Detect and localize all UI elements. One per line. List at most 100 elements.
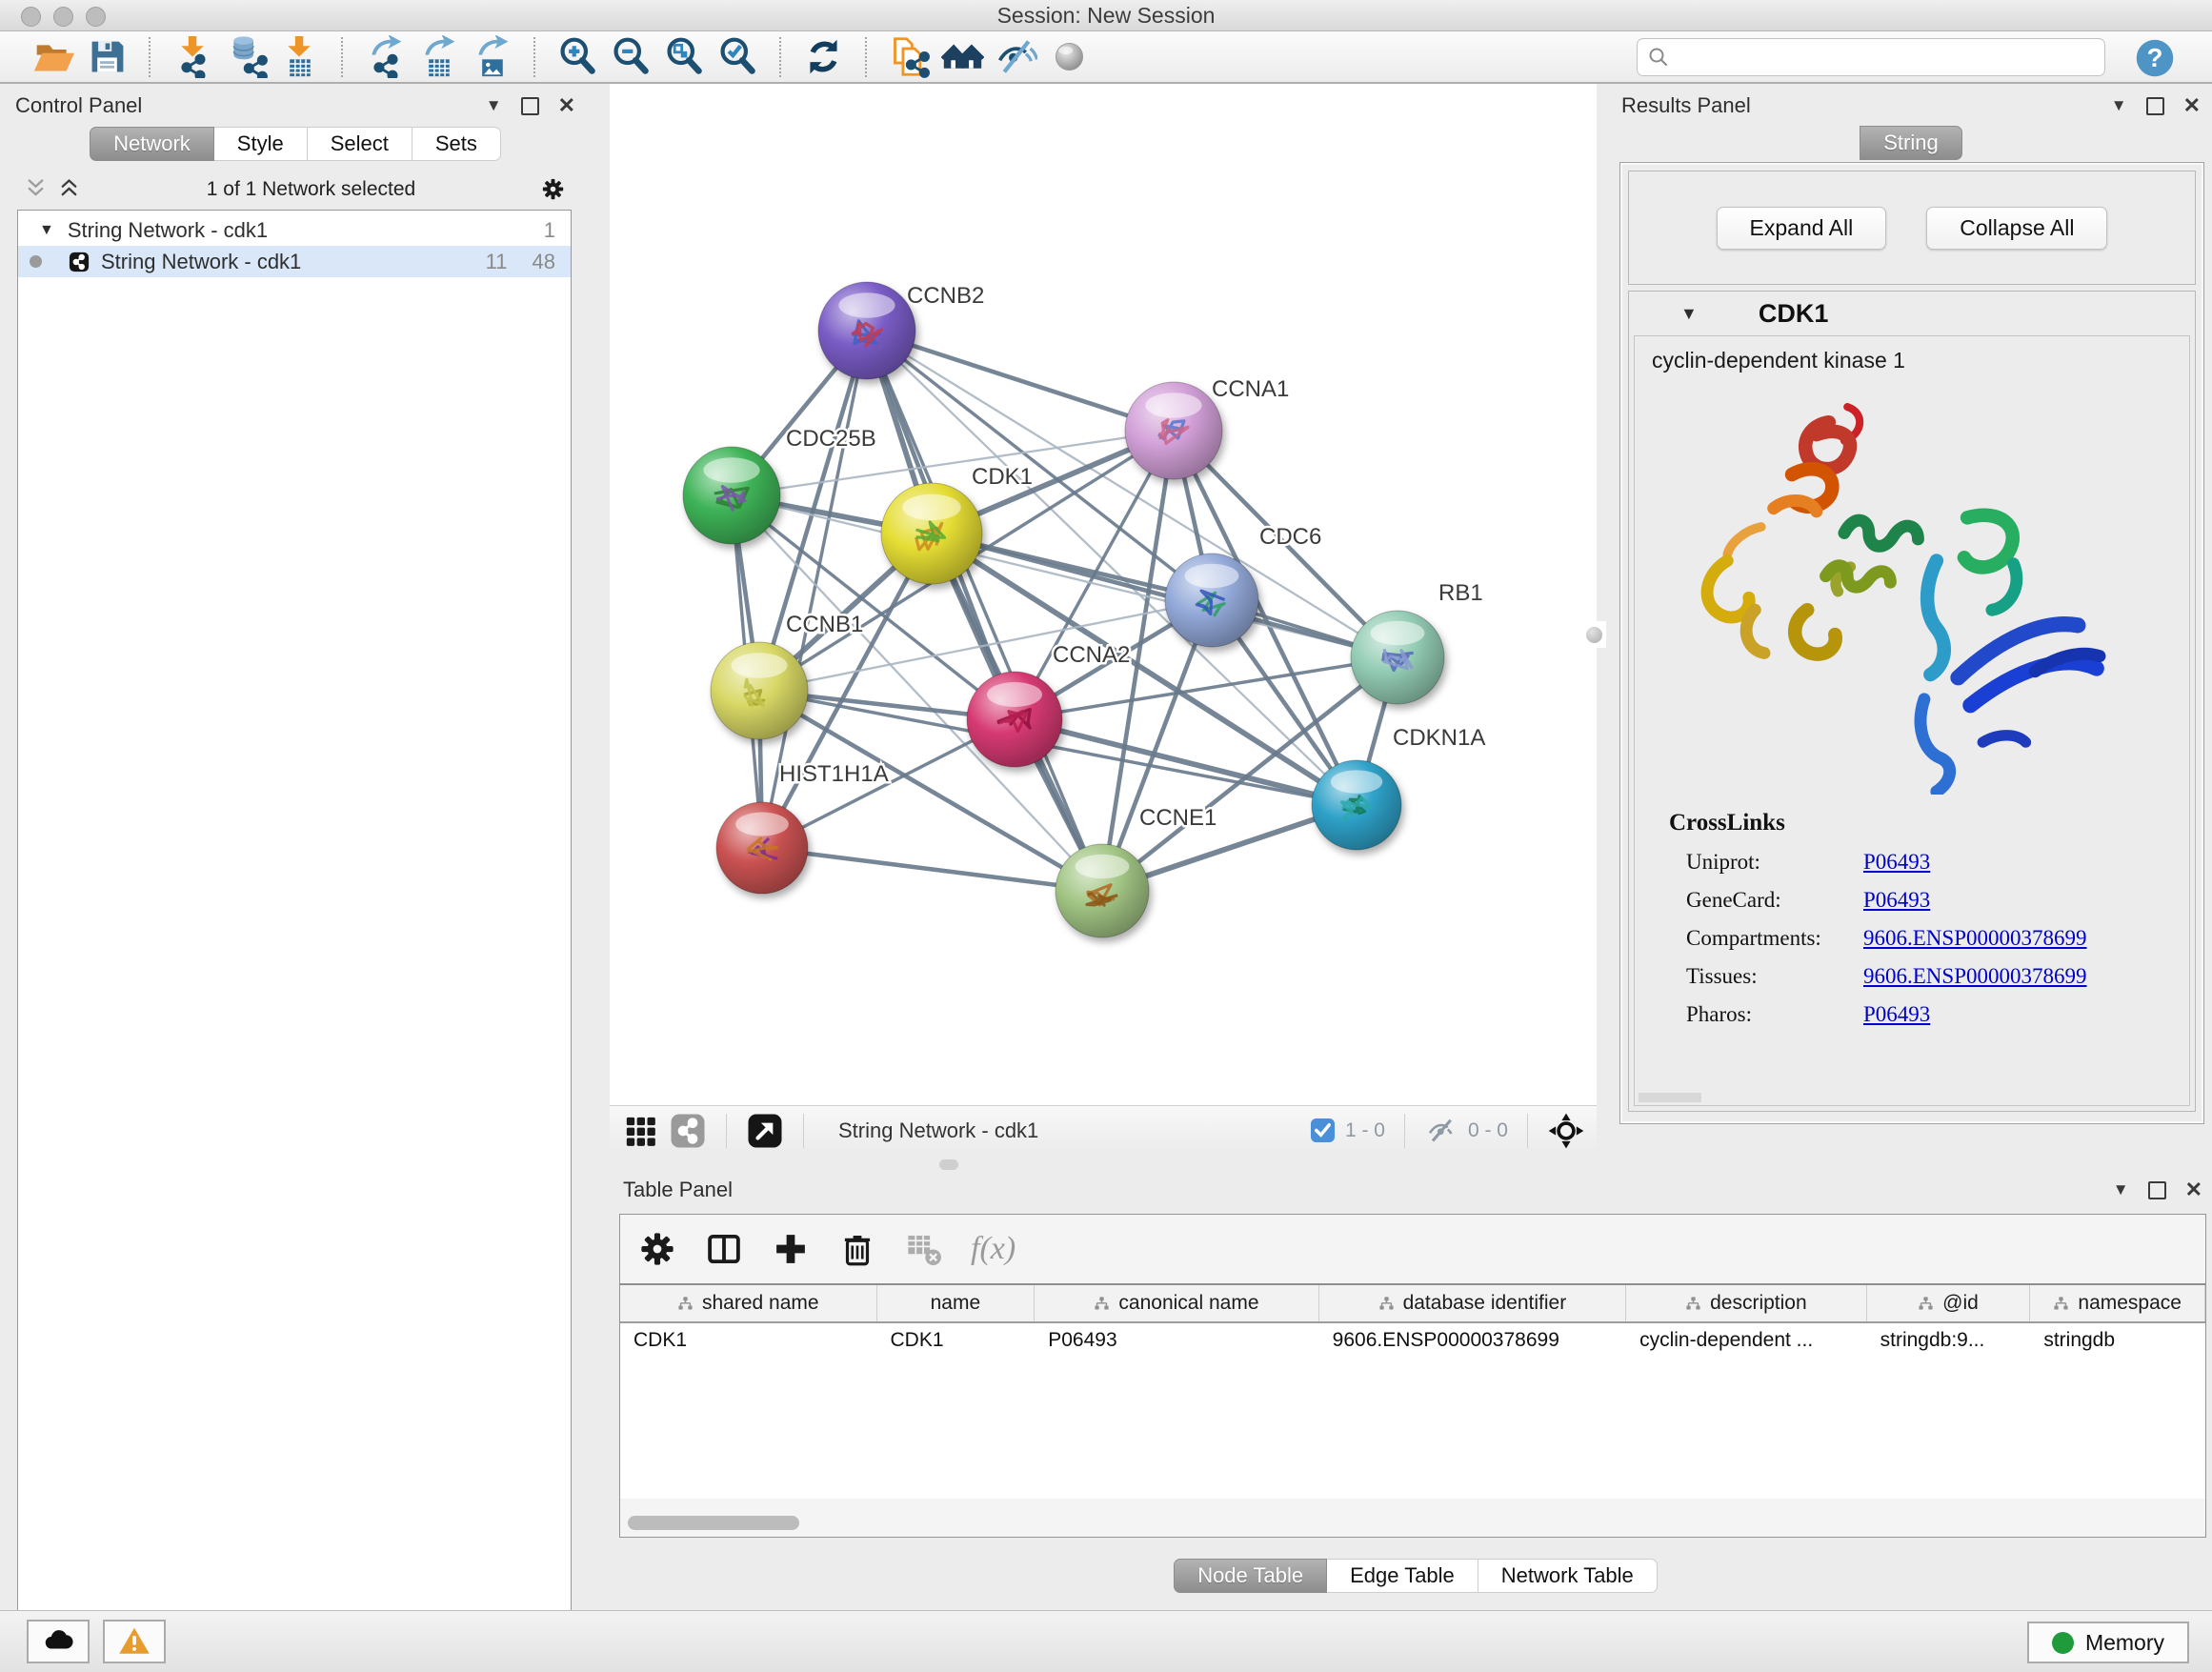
zoom-selected-icon[interactable]	[711, 34, 764, 80]
show-all-icon[interactable]	[1042, 34, 1096, 80]
tab-string[interactable]: String	[1860, 126, 1961, 160]
table-cell[interactable]: stringdb	[2030, 1323, 2205, 1358]
birdseye-view-icon[interactable]	[1547, 1112, 1585, 1150]
node-table[interactable]: shared namenamecanonical namedatabase id…	[620, 1283, 2205, 1499]
network-edge-CDK1-RB1[interactable]	[932, 534, 1398, 657]
panel-close-icon[interactable]: ✕	[2183, 93, 2201, 118]
table-cell[interactable]: 9606.ENSP00000378699	[1319, 1323, 1626, 1358]
export-network-icon[interactable]	[358, 34, 412, 80]
search-input[interactable]	[1670, 45, 2104, 70]
panel-float-icon[interactable]	[2148, 1181, 2166, 1199]
table-row[interactable]: CDK1CDK1P064939606.ENSP00000378699cyclin…	[620, 1323, 2205, 1358]
collapse-all-button[interactable]: Collapse All	[1926, 207, 2107, 250]
export-image-icon[interactable]	[465, 34, 518, 80]
duplicate-network-icon[interactable]	[882, 34, 935, 80]
crosslink-link[interactable]: P06493	[1863, 850, 1930, 875]
tab-edge-table[interactable]: Edge Table	[1327, 1559, 1478, 1593]
add-column-icon[interactable]	[771, 1229, 811, 1269]
table-cell[interactable]: cyclin-dependent ...	[1626, 1323, 1867, 1358]
network-node-HIST1H1A[interactable]	[716, 802, 808, 894]
crosslink-link[interactable]: 9606.ENSP00000378699	[1863, 926, 2087, 951]
zoom-fit-icon[interactable]	[657, 34, 711, 80]
network-node-CCNB1[interactable]	[711, 642, 808, 739]
tab-network-table[interactable]: Network Table	[1478, 1559, 1658, 1593]
network-node-CDC25B[interactable]	[683, 447, 780, 544]
tab-sets[interactable]: Sets	[412, 127, 501, 161]
network-edge-CCNB2-CCNE1[interactable]	[867, 331, 1102, 891]
network-row[interactable]: String Network - cdk1 11 48	[18, 246, 571, 277]
open-file-icon[interactable]	[27, 34, 80, 80]
crosslink-link[interactable]: P06493	[1863, 888, 1930, 913]
section-expander-icon[interactable]: ▼	[1680, 304, 1698, 324]
column-header-shared-name[interactable]: shared name	[620, 1285, 877, 1321]
tab-node-table[interactable]: Node Table	[1174, 1559, 1327, 1593]
import-network-database-icon[interactable]	[219, 34, 272, 80]
import-table-file-icon[interactable]	[272, 34, 326, 80]
panel-menu-icon[interactable]: ▼	[2111, 96, 2127, 115]
column-header-namespace[interactable]: namespace	[2030, 1285, 2205, 1321]
network-node-RB1[interactable]	[1351, 611, 1444, 704]
network-canvas[interactable]: CCNB2CCNA1CDC25BCDK1CDC6RB1CCNB1CCNA2CDK…	[610, 84, 1597, 1105]
column-header-description[interactable]: description	[1626, 1285, 1867, 1321]
panel-float-icon[interactable]	[2146, 97, 2164, 115]
table-cell[interactable]: stringdb:9...	[1867, 1323, 2031, 1358]
expand-all-button[interactable]: Expand All	[1717, 207, 1887, 250]
save-session-icon[interactable]	[80, 34, 133, 80]
tab-select[interactable]: Select	[308, 127, 412, 161]
network-edge-HIST1H1A-CCNE1[interactable]	[762, 848, 1102, 891]
network-options-gear-icon[interactable]	[540, 176, 566, 202]
selected-checkbox-icon[interactable]	[1310, 1118, 1336, 1143]
table-cell[interactable]: CDK1	[877, 1323, 1036, 1358]
search-field[interactable]	[1637, 38, 2105, 76]
grid-view-icon[interactable]	[621, 1112, 659, 1150]
expand-all-icon[interactable]	[56, 176, 82, 202]
zoom-window-button[interactable]	[86, 7, 106, 27]
table-cell[interactable]: P06493	[1035, 1323, 1318, 1358]
network-node-CCNB2[interactable]	[818, 282, 915, 379]
column-header-database-identifier[interactable]: database identifier	[1319, 1285, 1626, 1321]
help-button[interactable]: ?	[2134, 37, 2176, 79]
panel-close-icon[interactable]: ✕	[558, 93, 575, 118]
panel-menu-icon[interactable]: ▼	[486, 96, 502, 115]
first-neighbors-icon[interactable]	[935, 34, 989, 80]
cloud-status-button[interactable]	[27, 1620, 90, 1663]
minimize-window-button[interactable]	[53, 7, 73, 27]
tree-expander-icon[interactable]: ▼	[39, 222, 54, 239]
refresh-view-icon[interactable]	[796, 34, 850, 80]
column-settings-gear-icon[interactable]	[637, 1229, 677, 1269]
network-node-CDC6[interactable]	[1165, 554, 1258, 647]
delete-column-icon[interactable]	[837, 1229, 877, 1269]
splitter-handle[interactable]	[1581, 621, 1606, 648]
panel-float-icon[interactable]	[521, 97, 539, 115]
network-node-CDKN1A[interactable]	[1312, 760, 1401, 850]
column-header-canonical-name[interactable]: canonical name	[1035, 1285, 1318, 1321]
network-node-CCNA2[interactable]	[967, 672, 1062, 767]
panel-menu-icon[interactable]: ▼	[2113, 1180, 2129, 1199]
string-share-icon[interactable]	[669, 1112, 707, 1150]
table-cell[interactable]: CDK1	[620, 1323, 877, 1358]
column-header-id[interactable]: @id	[1867, 1285, 2031, 1321]
collapse-all-icon[interactable]	[23, 176, 49, 202]
crosslink-link[interactable]: 9606.ENSP00000378699	[1863, 964, 2087, 989]
hidden-elements-eye-icon[interactable]	[1424, 1114, 1458, 1148]
gene-section-header[interactable]: ▼ CDK1	[1629, 292, 2195, 335]
zoom-out-icon[interactable]	[604, 34, 657, 80]
crosslinks-scrollbar[interactable]	[1639, 1093, 1701, 1102]
column-header-name[interactable]: name	[877, 1285, 1036, 1321]
zoom-in-icon[interactable]	[551, 34, 604, 80]
table-horizontal-scrollbar[interactable]	[628, 1516, 799, 1530]
import-network-file-icon[interactable]	[166, 34, 219, 80]
network-collection-row[interactable]: ▼ String Network - cdk1 1	[18, 214, 571, 246]
open-in-new-window-icon[interactable]	[746, 1112, 784, 1150]
tab-style[interactable]: Style	[214, 127, 308, 161]
tab-network[interactable]: Network	[90, 127, 214, 161]
panel-close-icon[interactable]: ✕	[2185, 1178, 2202, 1202]
network-node-CCNA1[interactable]	[1125, 382, 1222, 479]
splitter-handle-horizontal[interactable]	[939, 1159, 958, 1170]
network-node-CCNE1[interactable]	[1056, 844, 1149, 937]
close-window-button[interactable]	[21, 7, 41, 27]
split-columns-icon[interactable]	[704, 1229, 744, 1269]
export-table-icon[interactable]	[412, 34, 465, 80]
crosslink-link[interactable]: P06493	[1863, 1002, 1930, 1027]
warning-status-button[interactable]	[103, 1620, 166, 1663]
